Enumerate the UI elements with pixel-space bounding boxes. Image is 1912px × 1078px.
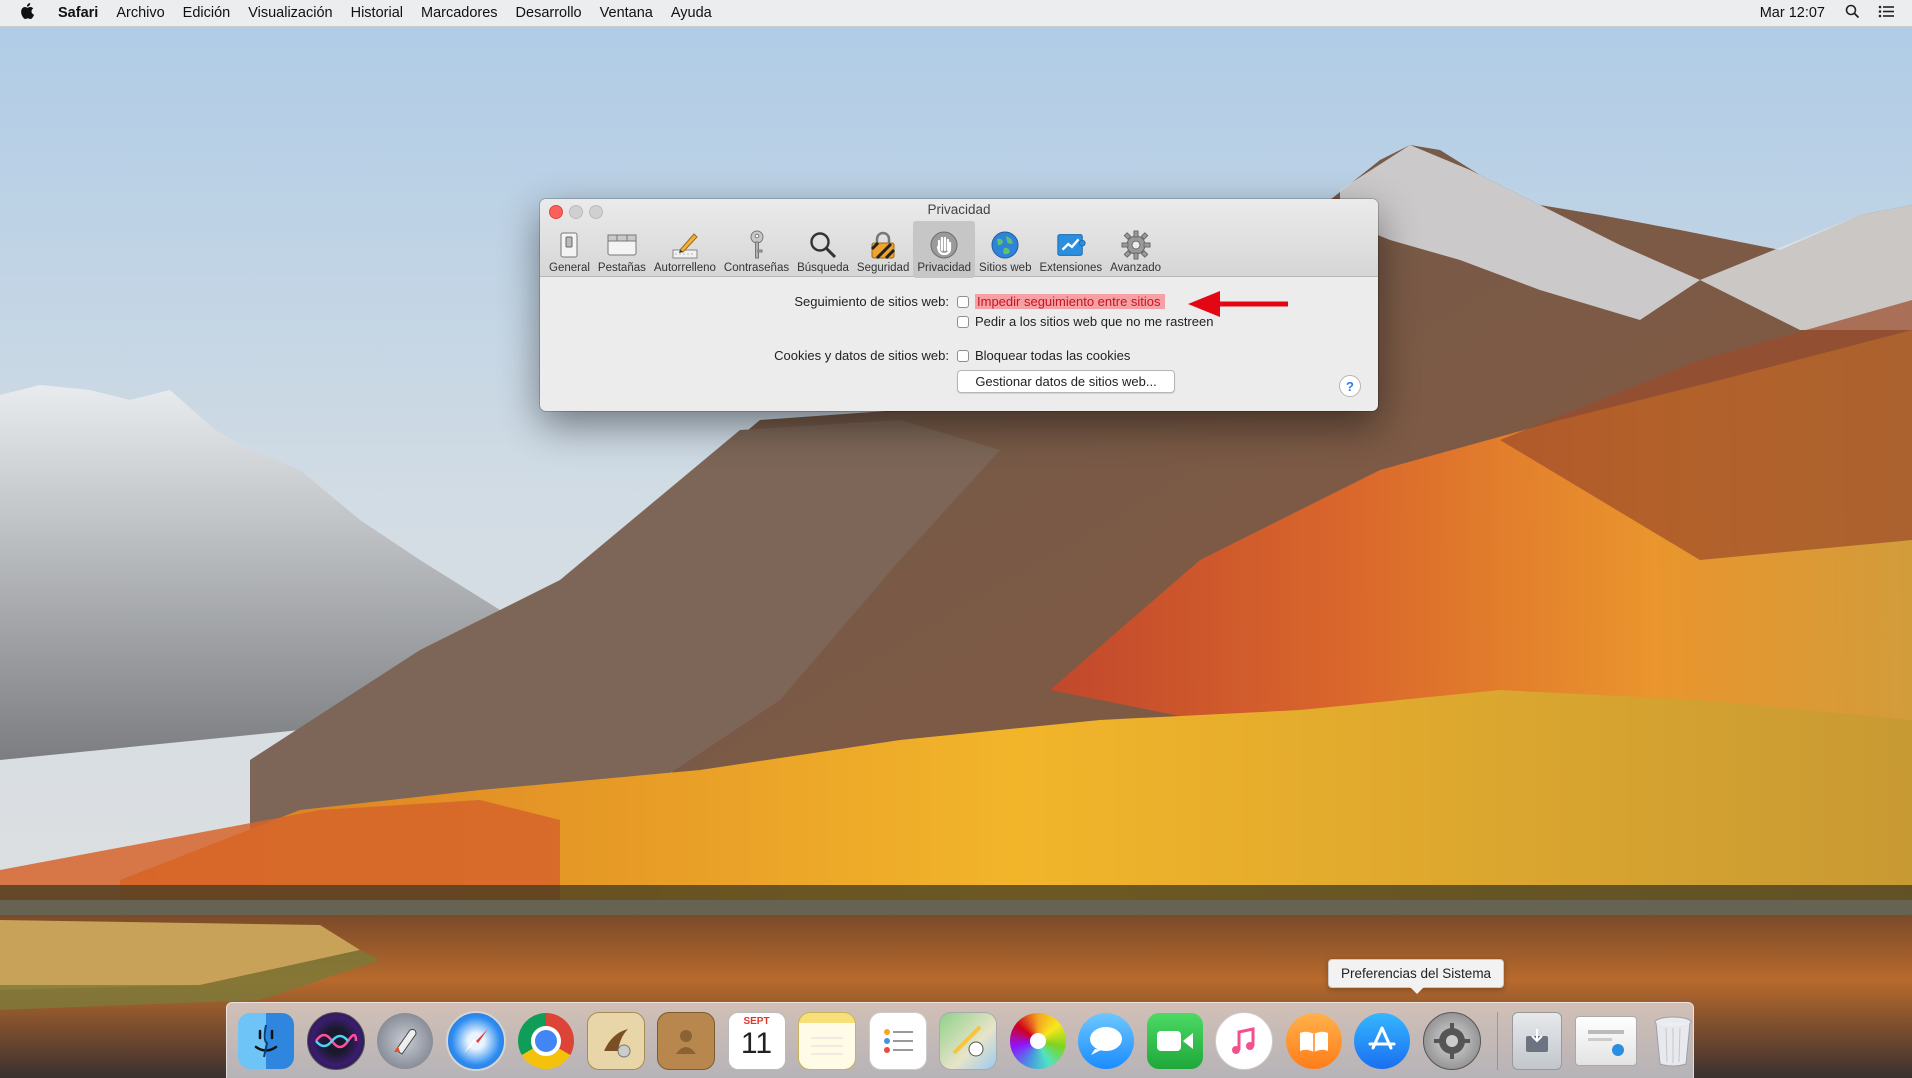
facetime-icon[interactable] (1146, 1012, 1203, 1069)
switch-icon (553, 230, 585, 260)
tab-avanzado-label: Avanzado (1110, 262, 1162, 274)
downloads-stack-icon[interactable] (1512, 1011, 1562, 1070)
app-store-icon[interactable] (1354, 1012, 1410, 1069)
menu-ventana[interactable]: Ventana (600, 5, 653, 21)
ask-not-track-option[interactable]: Pedir a los sitios web que no me rastree… (957, 314, 1213, 329)
tab-sitios-web-label: Sitios web (979, 262, 1032, 274)
menubar-status-area: Mar 12:07 (1760, 4, 1912, 23)
menu-ayuda[interactable]: Ayuda (671, 5, 712, 21)
tab-contrasenas[interactable]: Contraseñas (720, 221, 793, 278)
tab-avanzado[interactable]: Avanzado (1106, 221, 1165, 278)
maps-icon[interactable] (939, 1011, 997, 1070)
menu-app-safari[interactable]: Safari (58, 5, 98, 21)
ibooks-icon[interactable] (1285, 1012, 1342, 1069)
window-title: Privacidad (927, 202, 991, 217)
tab-pestanas[interactable]: Pestañas (594, 221, 650, 278)
pencil-icon (669, 230, 701, 260)
tab-sitios-web[interactable]: Sitios web (975, 221, 1035, 278)
window-titlebar: Privacidad General Pestañas Autorrelleno (540, 199, 1378, 278)
dock: SEPT 11 (226, 1002, 1694, 1078)
documents-stack-icon[interactable] (1574, 1015, 1637, 1066)
menu-historial[interactable]: Historial (351, 5, 403, 21)
photos-icon[interactable] (1009, 1012, 1066, 1069)
finder-icon[interactable] (238, 1012, 294, 1069)
system-preferences-icon[interactable] (1422, 1011, 1481, 1070)
tab-busqueda-label: Búsqueda (797, 262, 849, 274)
tab-extensiones[interactable]: Extensiones (1035, 221, 1106, 278)
reminders-icon[interactable] (868, 1011, 927, 1070)
messages-icon[interactable] (1078, 1012, 1134, 1069)
tabs-icon (606, 230, 638, 260)
contacts-icon[interactable] (657, 1011, 715, 1070)
notes-icon[interactable] (798, 1011, 856, 1070)
safari-icon[interactable] (445, 1010, 506, 1071)
prevent-tracking-label[interactable]: Impedir seguimiento entre sitios (975, 294, 1165, 309)
dock-separator (1497, 1011, 1498, 1070)
cookies-section-label: Cookies y datos de sitios web: (774, 348, 949, 363)
block-cookies-option[interactable]: Bloquear todas las cookies (957, 348, 1130, 363)
tab-seguridad[interactable]: Seguridad (853, 221, 913, 278)
block-cookies-checkbox[interactable] (957, 349, 969, 362)
mail-icon[interactable] (586, 1011, 645, 1070)
calendar-icon[interactable]: SEPT 11 (727, 1011, 786, 1070)
tab-seguridad-label: Seguridad (856, 262, 910, 274)
tab-contrasenas-label: Contraseñas (723, 262, 790, 274)
gear-icon (1120, 230, 1152, 260)
tab-extensiones-label: Extensiones (1039, 262, 1103, 274)
padlock-icon (867, 230, 899, 260)
globe-icon (989, 230, 1021, 260)
calendar-month: SEPT (743, 1015, 770, 1027)
search-icon[interactable] (1845, 4, 1860, 23)
dock-tooltip: Preferencias del Sistema (1328, 959, 1505, 994)
tab-autorrelleno-label: Autorrelleno (653, 262, 716, 274)
tracking-section-label: Seguimiento de sitios web: (794, 294, 949, 309)
prevent-tracking-checkbox[interactable] (957, 295, 969, 308)
manage-website-data-button[interactable]: Gestionar datos de sitios web... (957, 370, 1175, 393)
desktop-wallpaper (0, 0, 1912, 1078)
hand-icon (928, 230, 960, 260)
tab-busqueda[interactable]: Búsqueda (793, 221, 853, 278)
magnifier-icon (807, 230, 839, 260)
menu-edicion[interactable]: Edición (183, 5, 231, 21)
help-button[interactable]: ? (1339, 375, 1361, 397)
menu-archivo[interactable]: Archivo (116, 5, 164, 21)
tab-general-label: General (549, 262, 590, 274)
calendar-day: 11 (740, 1026, 773, 1060)
tab-general[interactable]: General (545, 221, 594, 278)
chrome-icon[interactable] (518, 1012, 574, 1069)
menubar-clock[interactable]: Mar 12:07 (1760, 5, 1825, 21)
tab-privacidad-label: Privacidad (917, 262, 972, 274)
menu-desarrollo[interactable]: Desarrollo (516, 5, 582, 21)
ask-not-track-label[interactable]: Pedir a los sitios web que no me rastree… (975, 314, 1213, 329)
menu-marcadores[interactable]: Marcadores (421, 5, 498, 21)
red-arrow-icon (1188, 291, 1288, 317)
puzzle-icon (1055, 230, 1087, 260)
tab-privacidad[interactable]: Privacidad (913, 221, 976, 278)
apple-icon[interactable] (20, 3, 42, 23)
tab-autorrelleno[interactable]: Autorrelleno (650, 221, 720, 278)
preferences-toolbar: General Pestañas Autorrelleno Contraseña… (545, 221, 1165, 278)
tab-pestanas-label: Pestañas (597, 262, 646, 274)
list-icon[interactable] (1878, 5, 1894, 22)
prevent-tracking-option[interactable]: Impedir seguimiento entre sitios (957, 294, 1165, 309)
ask-not-track-checkbox[interactable] (957, 315, 969, 328)
siri-icon[interactable] (306, 1011, 365, 1070)
block-cookies-label[interactable]: Bloquear todas las cookies (975, 348, 1130, 363)
key-icon (741, 230, 773, 260)
launchpad-icon[interactable] (377, 1012, 433, 1069)
trash-icon[interactable] (1649, 1013, 1697, 1069)
menu-bar: Safari Archivo Edición Visualización His… (0, 0, 1912, 27)
mountain-landscape (0, 0, 1912, 1078)
menu-visualizacion[interactable]: Visualización (248, 5, 332, 21)
itunes-icon[interactable] (1215, 1011, 1273, 1070)
